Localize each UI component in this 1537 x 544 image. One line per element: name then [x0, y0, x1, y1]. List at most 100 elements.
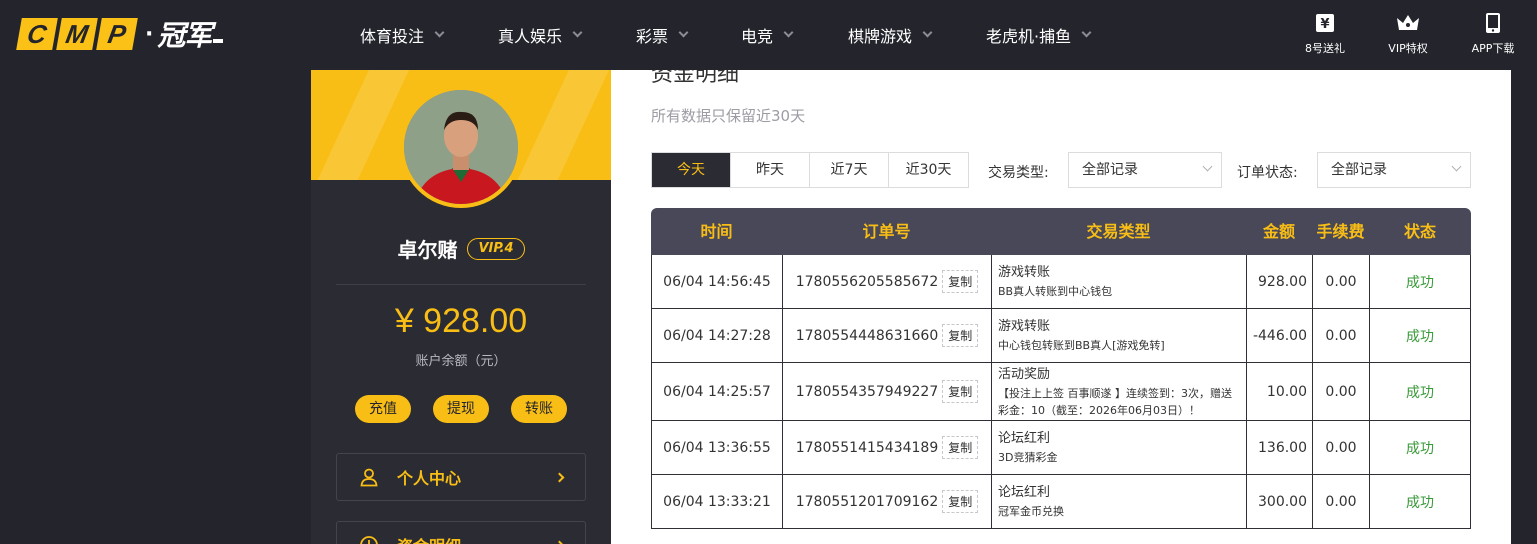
- transaction-type: 论坛红利: [998, 485, 1051, 500]
- order-number: 1780554357949227: [795, 383, 939, 400]
- main-nav: 体育投注 真人娱乐 彩票 电竞 棋牌游戏 老虎机·捕鱼: [360, 0, 1106, 70]
- gift-promo-button[interactable]: ¥ 8号送礼: [1290, 12, 1360, 56]
- cell-time: 06/04 13:36:55: [652, 421, 783, 474]
- cell-order-number: 1780551415434189 复制: [783, 421, 992, 474]
- fund-details-panel: 资金明细 所有数据只保留近30天 今天 昨天 近7天 近30天 交易类型: 全部…: [611, 70, 1511, 544]
- page-title: 资金明细: [651, 70, 740, 87]
- chevron-down-icon: [922, 27, 933, 38]
- svg-text:¥: ¥: [1320, 17, 1329, 32]
- transactions-table: 时间 订单号 交易类型 金额 手续费 状态 06/04 14:56:45 178…: [651, 208, 1471, 529]
- page-scrollbar-track[interactable]: [1511, 70, 1537, 544]
- vip-privilege-button[interactable]: VIP特权: [1373, 12, 1443, 56]
- table-row: 06/04 14:56:45 1780556205585672 复制 游戏转账 B…: [651, 255, 1471, 309]
- transaction-detail: 【投注上上签 百事顺遂 】连续签到：3次，赠送彩金：10（截至：2026年06月…: [998, 386, 1232, 417]
- transaction-type: 游戏转账: [998, 265, 1051, 280]
- chevron-down-icon: [1451, 161, 1462, 172]
- cell-amount: -446.00: [1247, 309, 1313, 362]
- nav-label: 老虎机·捕鱼: [986, 27, 1072, 46]
- cell-time: 06/04 14:56:45: [652, 255, 783, 308]
- cell-amount: 136.00: [1247, 421, 1313, 474]
- cell-time: 06/04 13:33:21: [652, 475, 783, 528]
- status-success: 成功: [1406, 384, 1434, 401]
- status-success: 成功: [1406, 328, 1434, 345]
- copy-order-button[interactable]: 复制: [942, 324, 979, 347]
- range-today-button[interactable]: 今天: [652, 153, 731, 187]
- menu-fund-details[interactable]: 资金明细: [336, 521, 586, 544]
- deposit-button[interactable]: 充值: [355, 395, 411, 423]
- logo-letter-p: P: [96, 18, 138, 50]
- cell-order-number: 1780556205585672 复制: [783, 255, 992, 308]
- nav-item-live-casino[interactable]: 真人娱乐: [498, 0, 636, 70]
- transaction-type-select[interactable]: 全部记录: [1068, 152, 1222, 188]
- cell-time: 06/04 14:27:28: [652, 309, 783, 362]
- cell-fee: 0.00: [1313, 475, 1370, 528]
- transaction-type: 论坛红利: [998, 431, 1051, 446]
- profile-divider: [336, 284, 586, 285]
- table-row: 06/04 14:25:57 1780554357949227 复制 活动奖励 【…: [651, 363, 1471, 421]
- username-row: 卓尔赌 VIP.4: [311, 234, 611, 263]
- chevron-right-icon: [554, 540, 565, 544]
- transaction-detail: BB真人转账到中心钱包: [998, 285, 1113, 298]
- order-number: 1780551415434189: [795, 439, 939, 456]
- table-row: 06/04 13:33:21 1780551201709162 复制 论坛红利 冠…: [651, 475, 1471, 529]
- logo-dash: [213, 39, 224, 43]
- logo-chinese-text: 冠军: [157, 19, 212, 52]
- nav-label: 体育投注: [360, 27, 425, 46]
- menu-personal-center-label: 个人中心: [397, 469, 462, 488]
- order-status-select[interactable]: 全部记录: [1317, 152, 1471, 188]
- nav-item-card-games[interactable]: 棋牌游戏: [848, 0, 986, 70]
- header-transaction-type: 交易类型: [1086, 222, 1151, 241]
- logo-dot: ·: [145, 21, 154, 47]
- avatar[interactable]: [400, 86, 522, 208]
- range-yesterday-button[interactable]: 昨天: [731, 153, 810, 187]
- menu-personal-center[interactable]: 个人中心: [336, 453, 586, 501]
- header-amount: 金额: [1262, 222, 1295, 241]
- cell-fee: 0.00: [1313, 309, 1370, 362]
- chevron-down-icon: [434, 27, 445, 38]
- range-30-days-button[interactable]: 近30天: [889, 153, 968, 187]
- copy-order-button[interactable]: 复制: [942, 270, 979, 293]
- chevron-down-icon: [572, 27, 583, 38]
- header-status: 状态: [1403, 222, 1436, 241]
- cell-time: 06/04 14:25:57: [652, 363, 783, 420]
- app-download-button[interactable]: APP下载: [1458, 12, 1528, 56]
- menu-fund-details-label: 资金明细: [397, 533, 556, 544]
- copy-order-button[interactable]: 复制: [942, 380, 979, 403]
- cell-fee: 0.00: [1313, 363, 1370, 420]
- account-balance: ¥ 928.00: [394, 302, 528, 340]
- copy-order-button[interactable]: 复制: [942, 436, 979, 459]
- order-number: 1780551201709162: [795, 493, 939, 510]
- header-order-number: 订单号: [862, 222, 911, 241]
- gift-box-icon: ¥: [1316, 14, 1334, 32]
- cell-transaction-type: 游戏转账 BB真人转账到中心钱包: [992, 255, 1247, 308]
- header-fee: 手续费: [1316, 222, 1365, 241]
- vip-level-badge: VIP.4: [467, 237, 525, 260]
- profile-sidebar: 卓尔赌 VIP.4 ¥ 928.00 账户余额（元） 充值 提现 转账 个人中心 …: [311, 70, 611, 544]
- order-status-value: 全部记录: [1331, 162, 1387, 178]
- cell-order-number: 1780551201709162 复制: [783, 475, 992, 528]
- range-7-days-button[interactable]: 近7天: [810, 153, 889, 187]
- table-header: 时间 订单号 交易类型 金额 手续费 状态: [651, 208, 1471, 255]
- cell-order-number: 1780554448631660 复制: [783, 309, 992, 362]
- vip-privilege-label: VIP特权: [1388, 42, 1428, 55]
- user-icon: [360, 468, 378, 487]
- wallet-actions: 充值 提现 转账: [311, 395, 611, 423]
- logo-letter-m: M: [56, 18, 98, 50]
- nav-item-lottery[interactable]: 彩票: [636, 0, 741, 70]
- transaction-detail: 冠军金币兑换: [998, 505, 1064, 518]
- nav-label: 真人娱乐: [498, 27, 563, 46]
- brand-logo[interactable]: C M P · 冠军: [16, 17, 224, 52]
- gift-promo-label: 8号送礼: [1305, 42, 1345, 55]
- nav-item-sports[interactable]: 体育投注: [360, 0, 498, 70]
- withdraw-button[interactable]: 提现: [433, 395, 489, 423]
- nav-item-esports[interactable]: 电竞: [741, 0, 848, 70]
- cell-fee: 0.00: [1313, 421, 1370, 474]
- status-success: 成功: [1406, 440, 1434, 457]
- cell-fee: 0.00: [1313, 255, 1370, 308]
- copy-order-button[interactable]: 复制: [942, 490, 979, 513]
- nav-label: 电竞: [741, 27, 774, 46]
- nav-item-slots-fishing[interactable]: 老虎机·捕鱼: [986, 0, 1106, 70]
- header-time: 时间: [700, 222, 733, 241]
- transfer-button[interactable]: 转账: [511, 395, 567, 423]
- transaction-type: 活动奖励: [998, 366, 1051, 382]
